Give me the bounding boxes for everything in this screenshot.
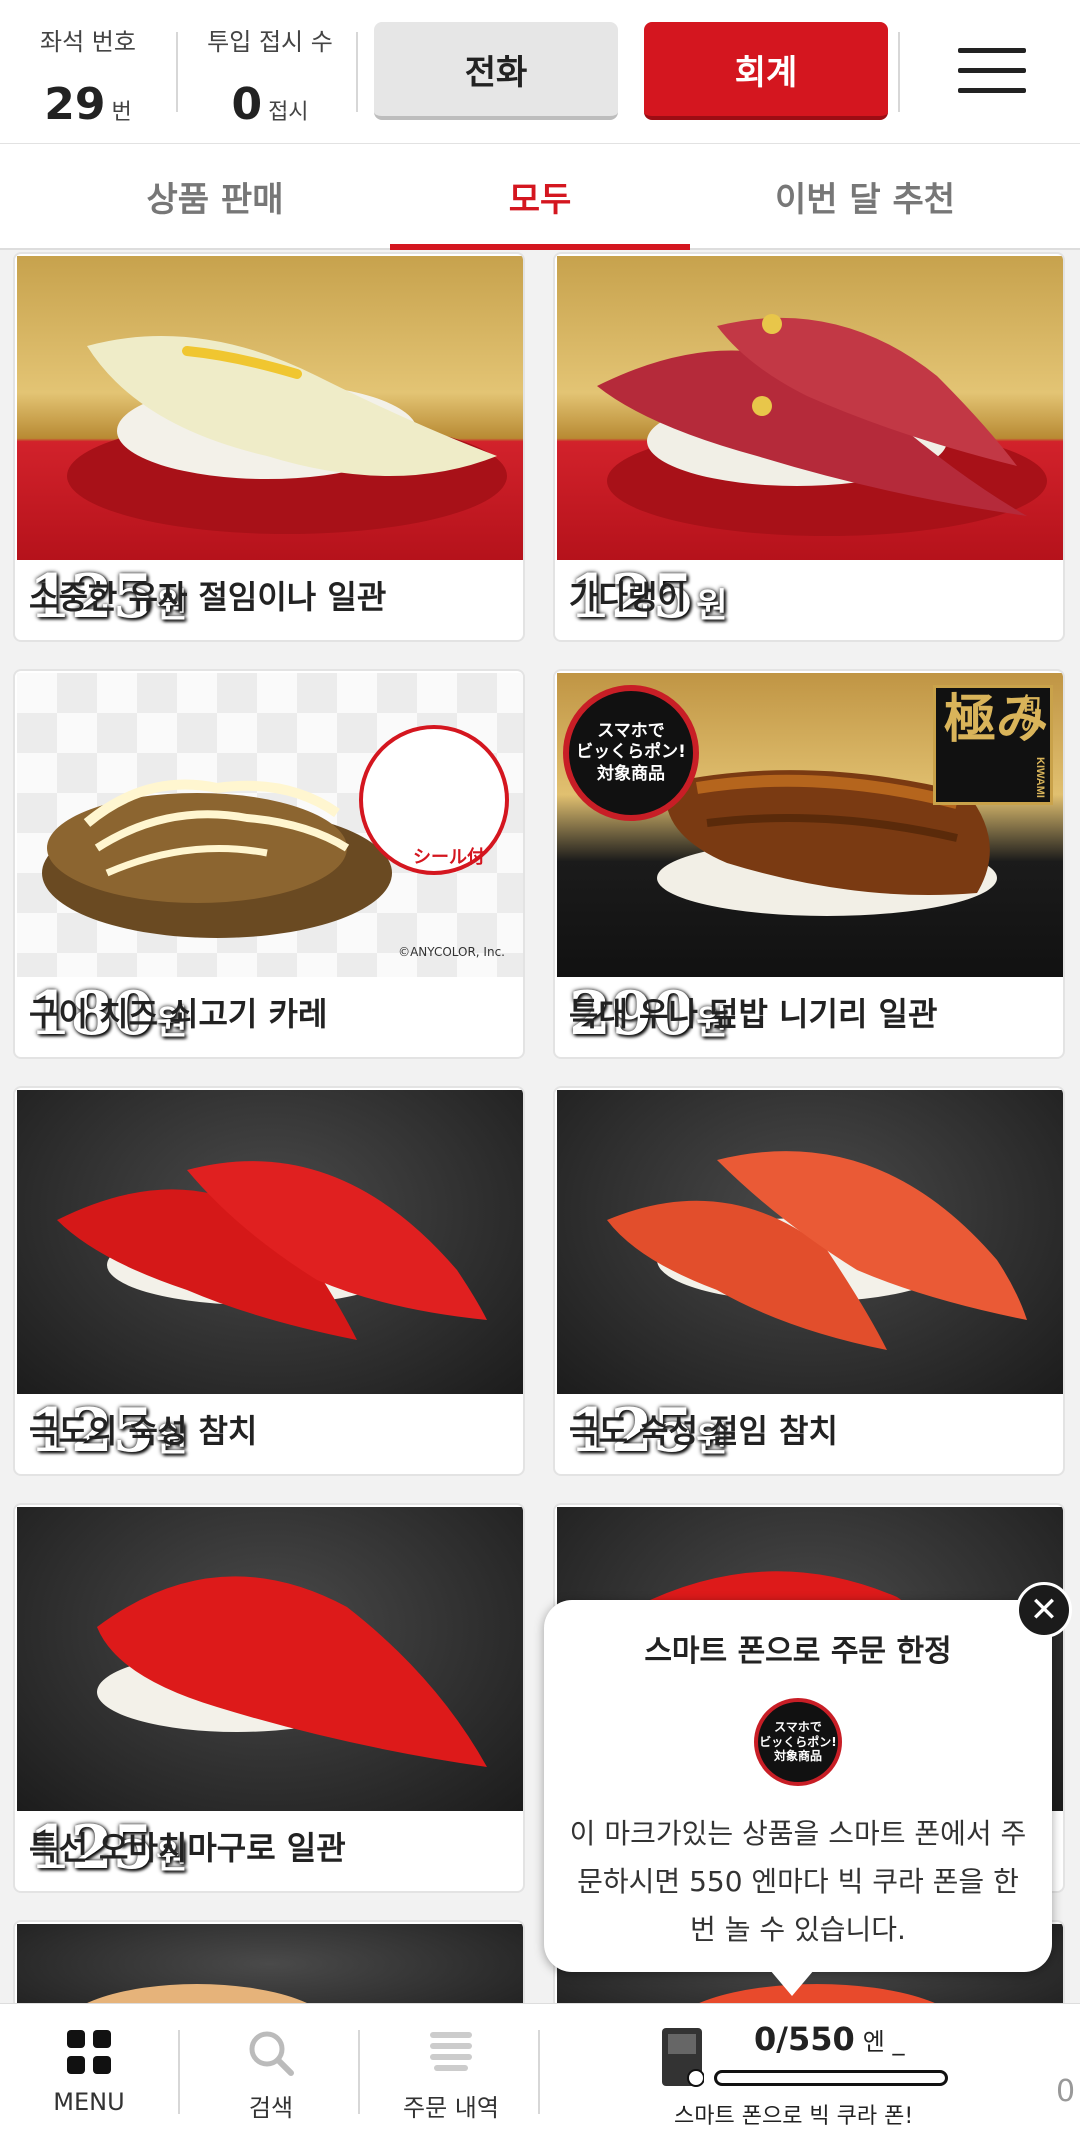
grid-menu-icon [67,2030,111,2074]
plates-stack-icon [430,2032,472,2071]
search-icon [249,2031,294,2076]
seat-label: 좌석 번호 [40,28,136,56]
item-name: 특선 오바치마구로 일관 [29,1829,346,1867]
item-name: 특대 우나 덮밥 니기리 일관 [569,995,938,1033]
plates-label: 투입 접시 수 [207,28,333,56]
header-divider [356,32,358,112]
item-name: 극도 숙성 절임 참치 [569,1412,838,1450]
smartphone-bikkura-pon-badge: スマホで ビッくらポン! 対象商品 [754,1698,842,1786]
nav-divider [178,2030,180,2114]
coupon-progress-bar [714,2070,948,2086]
kiwami-logo: 極み 旬の KIWAMI [933,685,1053,805]
copyright-text: ©ANYCOLOR, Inc. [398,945,505,959]
nav-divider [358,2030,360,2114]
item-image [17,1090,523,1394]
sushi-illustration [97,1576,487,1767]
nav-menu-label: MENU [53,2088,125,2116]
seat-unit: 번 [111,100,132,125]
menu-item-card[interactable]: 125원 극도의 숙성 참치 [13,1086,525,1476]
nav-history-label: 주문 내역 [403,2094,499,2122]
nav-order-history[interactable]: 주문 내역 [366,2004,536,2133]
item-name: 구이 치즈 쇠고기 카레 [29,995,328,1033]
item-image [17,256,523,560]
bottom-navigation: MENU 검색 주문 내역 0/550 엔 _ 스마트 폰으로 빅 쿠라 폰! [0,2003,1080,2133]
item-image: スマホで ビッくらポン! 対象商品 極み 旬の KIWAMI [557,673,1063,977]
seat-value: 29 [44,79,106,130]
menu-item-card[interactable]: 125원 가다랭이 [553,252,1065,642]
coupon-label: 스마트 폰으로 빅 쿠라 폰! [674,2104,914,2129]
nav-search[interactable]: 검색 [186,2004,356,2133]
top-header: 좌석 번호 29 번 투입 접시 수 0 접시 전화 회계 [0,0,1080,144]
item-image [17,1507,523,1811]
nav-divider [538,2030,540,2114]
item-image: シール付 ©ANYCOLOR, Inc. [17,673,523,977]
menu-item-card[interactable]: 125원 특선 오바치마구로 일관 [13,1503,525,1893]
item-name: 소중한 유자 절임이나 일관 [29,578,387,616]
header-divider [898,32,900,112]
hamburger-menu-icon[interactable] [958,48,1026,98]
seat-number: 좌석 번호 29 번 [28,22,148,130]
side-counter: 0 [1056,2074,1076,2109]
item-image [557,256,1063,560]
smartphone-bikkura-pon-badge: スマホで ビッくらポン! 対象商品 [563,685,699,821]
tab-monthly-recommend[interactable]: 이번 달 추천 [730,144,1000,248]
item-name: 극도의 숙성 참치 [29,1412,258,1450]
category-tabs: 상품 판매 모두 이번 달 추천 [0,144,1080,250]
popup-title: 스마트 폰으로 주문 한정 [644,1634,952,1669]
bikkura-pon-progress[interactable]: 0/550 엔 _ 스마트 폰으로 빅 쿠라 폰! [660,2020,960,2129]
tab-product-sale[interactable]: 상품 판매 [80,144,350,248]
item-name: 가다랭이 [569,578,687,616]
plates-value: 0 [231,79,263,130]
nav-menu[interactable]: MENU [4,2004,174,2133]
menu-item-card[interactable]: スマホで ビッくらポン! 対象商品 極み 旬の KIWAMI 290원 특대 우… [553,669,1065,1059]
checkout-button[interactable]: 회계 [644,22,888,120]
call-staff-button[interactable]: 전화 [374,22,618,120]
plates-count: 투입 접시 수 0 접시 [196,22,344,130]
phone-device-icon [662,2028,704,2087]
smartphone-order-tooltip: 스마트 폰으로 주문 한정 スマホで ビッくらポン! 対象商品 이 마크가있는 … [544,1600,1052,1996]
menu-item-card[interactable]: シール付 ©ANYCOLOR, Inc. 180원 구이 치즈 쇠고기 카레 [13,669,525,1059]
sushi-illustration [57,1161,487,1340]
coupon-amount: 0/550 엔 _ [754,2020,905,2058]
tab-all[interactable]: 모두 [390,144,690,250]
menu-item-card[interactable]: 125원 극도 숙성 절임 참치 [553,1086,1065,1476]
nav-search-label: 검색 [248,2094,294,2122]
item-image [557,1090,1063,1394]
sushi-illustration [67,336,507,534]
sticker-label: シール付 [413,847,485,868]
sushi-illustration [597,314,1047,536]
menu-item-card[interactable]: 125원 소중한 유자 절임이나 일관 [13,252,525,642]
header-divider [176,32,178,112]
close-icon[interactable]: ✕ [1016,1582,1072,1638]
popup-description: 이 마크가있는 상품을 스마트 폰에서 주문하시면 550 엔마다 빅 쿠라 폰… [569,1817,1027,1946]
plates-unit: 접시 [268,100,309,125]
sushi-illustration [607,1151,1027,1350]
